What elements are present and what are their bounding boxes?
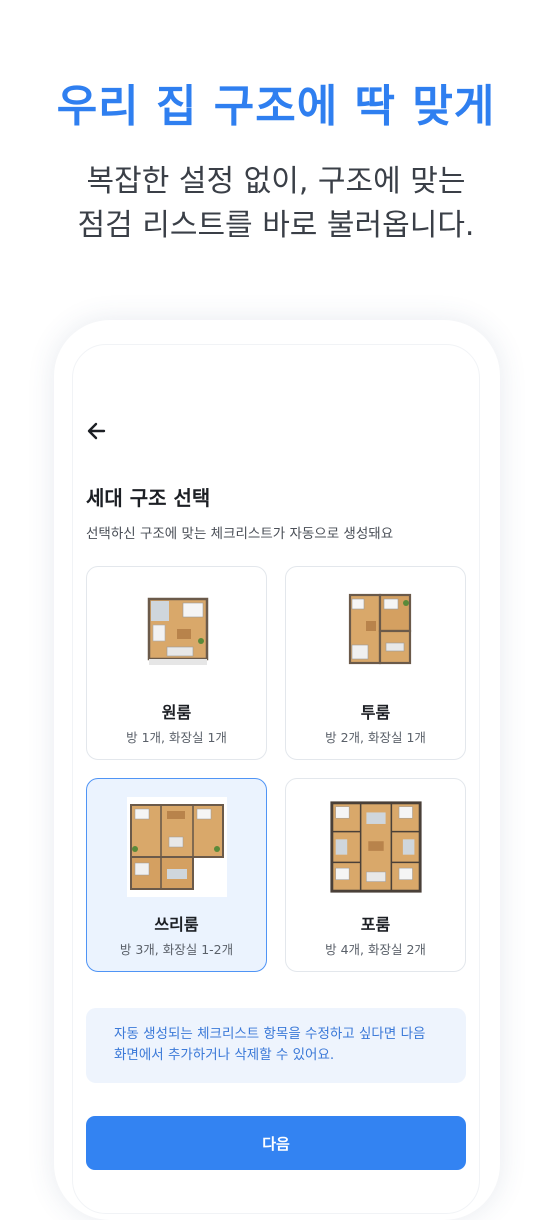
option-name: 원룸 <box>161 703 192 722</box>
option-info: 방 2개, 화장실 1개 <box>325 730 426 745</box>
arrow-left-icon[interactable] <box>84 418 110 444</box>
promo-subtitle-line1: 복잡한 설정 없이, 구조에 맞는 <box>86 164 466 199</box>
promo-title: 우리 집 구조에 딱 맞게 <box>56 81 496 132</box>
next-button[interactable]: 다음 <box>86 1116 466 1170</box>
option-name: 쓰리룸 <box>154 915 199 934</box>
floorplan-two-room-image <box>326 585 426 685</box>
page-description: 선택하신 구조에 맞는 체크리스트가 자동으로 생성돼요 <box>86 526 394 542</box>
option-card-four-room[interactable]: 포룸 방 4개, 화장실 2개 <box>285 778 466 972</box>
notice-line2: 화면에서 추가하거나 삭제할 수 있어요. <box>114 1047 335 1063</box>
option-info: 방 3개, 화장실 1-2개 <box>119 942 234 957</box>
option-info: 방 1개, 화장실 1개 <box>126 730 227 745</box>
notice-line1: 자동 생성되는 체크리스트 항목을 수정하고 싶다면 다음 <box>114 1026 426 1042</box>
option-card-two-room[interactable]: 투룸 방 2개, 화장실 1개 <box>285 566 466 760</box>
option-info: 방 4개, 화장실 2개 <box>325 942 426 957</box>
option-name: 포룸 <box>360 915 391 934</box>
floorplan-three-room-image <box>127 797 227 897</box>
floorplan-four-room-image <box>330 801 422 893</box>
notice-box: 자동 생성되는 체크리스트 항목을 수정하고 싶다면 다음 화면에서 추가하거나… <box>86 1008 466 1083</box>
promo-subtitle: 복잡한 설정 없이, 구조에 맞는 점검 리스트를 바로 불러옵니다. <box>0 160 552 248</box>
option-name: 투룸 <box>360 703 391 722</box>
promo-subtitle-line2: 점검 리스트를 바로 불러옵니다. <box>77 208 475 243</box>
page-title: 세대 구조 선택 <box>86 486 211 510</box>
option-card-three-room[interactable]: 쓰리룸 방 3개, 화장실 1-2개 <box>86 778 267 972</box>
option-card-one-room[interactable]: 원룸 방 1개, 화장실 1개 <box>86 566 267 760</box>
floorplan-one-room-image <box>127 585 227 685</box>
